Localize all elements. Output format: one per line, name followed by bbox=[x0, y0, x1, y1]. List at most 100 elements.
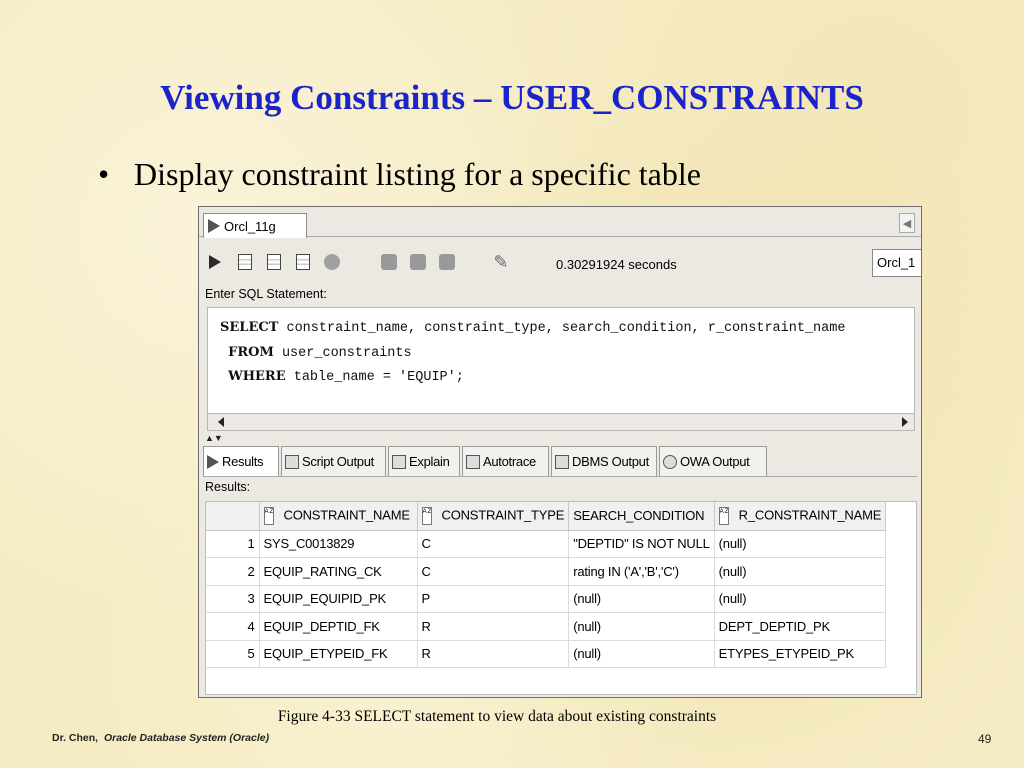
table-row[interactable]: 3 EQUIP_EQUIPID_PK P (null) (null) bbox=[206, 585, 887, 613]
tab-results[interactable]: Results bbox=[203, 446, 279, 476]
table-cell[interactable]: (null) bbox=[568, 585, 715, 613]
elapsed-time: 0.30291924 seconds bbox=[556, 257, 677, 272]
commit-icon[interactable] bbox=[264, 253, 284, 271]
table-cell[interactable]: R bbox=[417, 640, 570, 668]
column-label: SEARCH_CONDITION bbox=[573, 508, 705, 524]
slide-title: Viewing Constraints – USER_CONSTRAINTS bbox=[160, 78, 864, 117]
connection-select[interactable]: Orcl_1 bbox=[872, 249, 921, 277]
column-label: CONSTRAINT_NAME bbox=[283, 507, 410, 523]
table-cell[interactable]: EQUIP_RATING_CK bbox=[259, 557, 418, 586]
tab-label: OWA Output bbox=[680, 454, 750, 469]
sql-label: Enter SQL Statement: bbox=[205, 287, 327, 301]
run-statement-icon[interactable] bbox=[205, 253, 225, 271]
column-header[interactable]: A Z CONSTRAINT_NAME bbox=[259, 502, 418, 531]
bullet-text: Display constraint listing for a specifi… bbox=[134, 156, 701, 192]
row-number: 1 bbox=[206, 530, 260, 558]
tab-scroll-left-icon[interactable]: ◀ bbox=[899, 213, 915, 233]
sql-text-part: constraint_name, constraint_type, search… bbox=[278, 321, 846, 336]
table-row[interactable]: 1 SYS_C0013829 C "DEPTID" IS NOT NULL (null) bbox=[206, 530, 887, 558]
sort-icon[interactable]: A Z bbox=[718, 506, 729, 525]
editor-horizontal-scrollbar[interactable] bbox=[207, 413, 915, 431]
tab-script-output[interactable]: Script Output bbox=[281, 446, 386, 476]
explain-plan-icon[interactable] bbox=[408, 253, 428, 271]
connection-tab[interactable]: Orcl_11g bbox=[203, 213, 307, 238]
tab-dbms-output[interactable]: DBMS Output bbox=[551, 446, 657, 476]
column-header[interactable]: SEARCH_CONDITION bbox=[568, 502, 715, 531]
dbms-output-icon bbox=[555, 454, 569, 469]
explain-icon bbox=[392, 454, 406, 469]
autotrace-icon[interactable] bbox=[437, 253, 457, 271]
tab-label: Explain bbox=[409, 454, 450, 469]
footer-author-name: Dr. Chen, bbox=[52, 732, 99, 744]
connection-tab-label: Orcl_11g bbox=[224, 218, 276, 234]
table-cell[interactable]: SYS_C0013829 bbox=[259, 530, 418, 558]
table-cell[interactable]: C bbox=[417, 557, 570, 586]
footer-course: Oracle Database System (Oracle) bbox=[103, 732, 270, 744]
sql-keyword: WHERE bbox=[228, 369, 286, 384]
table-cell[interactable]: C bbox=[417, 530, 570, 558]
results-icon bbox=[207, 454, 219, 469]
table-header-row: A Z CONSTRAINT_NAME A Z CONSTRAINT_TYPE SE… bbox=[206, 502, 887, 531]
bullet-point: • Display constraint listing for a specif… bbox=[98, 156, 701, 193]
owa-output-icon bbox=[663, 454, 677, 469]
table-cell[interactable]: (null) bbox=[714, 530, 887, 558]
table-cell[interactable]: (null) bbox=[714, 557, 887, 586]
scroll-left-icon[interactable] bbox=[218, 417, 224, 427]
sql-text: SELECT constraint_name, constraint_type,… bbox=[220, 316, 845, 390]
cancel-icon[interactable] bbox=[322, 253, 342, 271]
table-cell[interactable]: R bbox=[417, 612, 570, 641]
table-row[interactable]: 5 EQUIP_ETYPEID_FK R (null) ETYPES_ETYPEID_P… bbox=[206, 640, 887, 668]
row-number: 4 bbox=[206, 612, 260, 641]
tab-label: Autotrace bbox=[483, 454, 536, 469]
sort-icon[interactable]: A Z bbox=[263, 506, 274, 525]
column-header[interactable]: A Z CONSTRAINT_TYPE bbox=[417, 502, 570, 531]
tab-owa-output[interactable]: OWA Output bbox=[659, 446, 767, 476]
run-script-icon[interactable] bbox=[235, 253, 255, 271]
clear-eraser-icon[interactable]: ✎ bbox=[491, 252, 511, 272]
column-label: R_CONSTRAINT_NAME bbox=[738, 507, 882, 523]
split-toggle-icon[interactable]: ▲▼ bbox=[205, 434, 223, 443]
connection-icon bbox=[208, 219, 220, 233]
row-number: 5 bbox=[206, 640, 260, 668]
table-cell[interactable]: (null) bbox=[568, 640, 715, 668]
table-cell[interactable]: EQUIP_DEPTID_FK bbox=[259, 612, 418, 641]
table-cell[interactable]: ETYPES_ETYPEID_PK bbox=[714, 640, 887, 668]
results-table: A Z CONSTRAINT_NAME A Z CONSTRAINT_TYPE SE… bbox=[206, 502, 887, 668]
table-row[interactable]: 4 EQUIP_DEPTID_FK R (null) DEPT_DEPTID_PK bbox=[206, 612, 887, 641]
footer-author: Dr. Chen, Oracle Database System (Oracle… bbox=[52, 732, 269, 744]
tab-label: DBMS Output bbox=[572, 454, 649, 469]
tab-label: Script Output bbox=[302, 454, 374, 469]
page-number: 49 bbox=[978, 732, 992, 746]
tab-autotrace[interactable]: Autotrace bbox=[462, 446, 549, 476]
table-cell[interactable]: EQUIP_EQUIPID_PK bbox=[259, 585, 418, 613]
sql-text-part: user_constraints bbox=[273, 345, 412, 361]
table-cell[interactable]: DEPT_DEPTID_PK bbox=[714, 612, 887, 641]
table-cell[interactable]: P bbox=[417, 585, 570, 613]
connection-tab-bar: Orcl_11g ◀ bbox=[199, 207, 921, 238]
figure-caption: Figure 4-33 SELECT statement to view dat… bbox=[277, 708, 717, 725]
row-number: 2 bbox=[206, 557, 260, 586]
table-cell[interactable]: rating IN ('A','B','C') bbox=[568, 557, 715, 586]
sql-developer-window: Orcl_11g ◀ ✎ 0.30291924 seconds Orcl_1 E… bbox=[198, 206, 922, 698]
column-header[interactable]: A Z R_CONSTRAINT_NAME bbox=[714, 502, 887, 531]
results-grid: A Z CONSTRAINT_NAME A Z CONSTRAINT_TYPE SE… bbox=[205, 501, 917, 695]
autotrace-tab-icon bbox=[466, 454, 480, 469]
bullet-dot: • bbox=[98, 156, 110, 192]
tab-explain[interactable]: Explain bbox=[388, 446, 460, 476]
result-tabs: Results Script Output Explain Autotrace … bbox=[203, 445, 917, 477]
sql-keyword: SELECT bbox=[220, 320, 279, 335]
row-number-header bbox=[206, 502, 260, 531]
tab-label: Results bbox=[222, 454, 264, 469]
table-cell[interactable]: (null) bbox=[714, 585, 887, 613]
history-icon[interactable] bbox=[379, 253, 399, 271]
column-label: CONSTRAINT_TYPE bbox=[441, 507, 565, 523]
scroll-right-icon[interactable] bbox=[902, 417, 908, 427]
table-row[interactable]: 2 EQUIP_RATING_CK Crating IN ('A','B','C')… bbox=[206, 557, 887, 586]
table-cell[interactable]: "DEPTID" IS NOT NULL bbox=[568, 530, 715, 558]
sql-editor[interactable]: SELECT constraint_name, constraint_type,… bbox=[207, 307, 915, 417]
rollback-icon[interactable] bbox=[293, 253, 313, 271]
sort-icon[interactable]: A Z bbox=[421, 506, 432, 525]
sql-text-part: table_name = 'EQUIP'; bbox=[285, 370, 464, 385]
table-cell[interactable]: (null) bbox=[568, 612, 715, 641]
table-cell[interactable]: EQUIP_ETYPEID_FK bbox=[259, 640, 418, 668]
